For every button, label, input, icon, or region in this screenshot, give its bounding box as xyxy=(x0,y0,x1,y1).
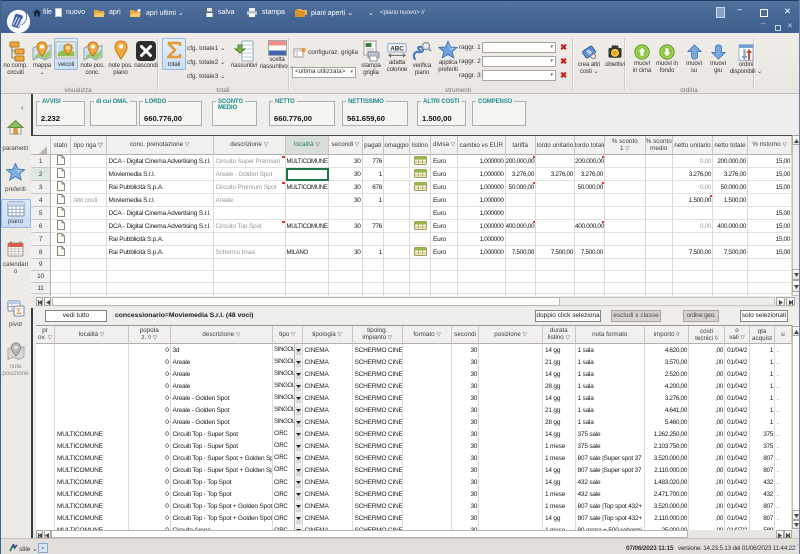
svg-text:ABC: ABC xyxy=(390,45,404,52)
svg-text:Σ: Σ xyxy=(16,307,21,316)
